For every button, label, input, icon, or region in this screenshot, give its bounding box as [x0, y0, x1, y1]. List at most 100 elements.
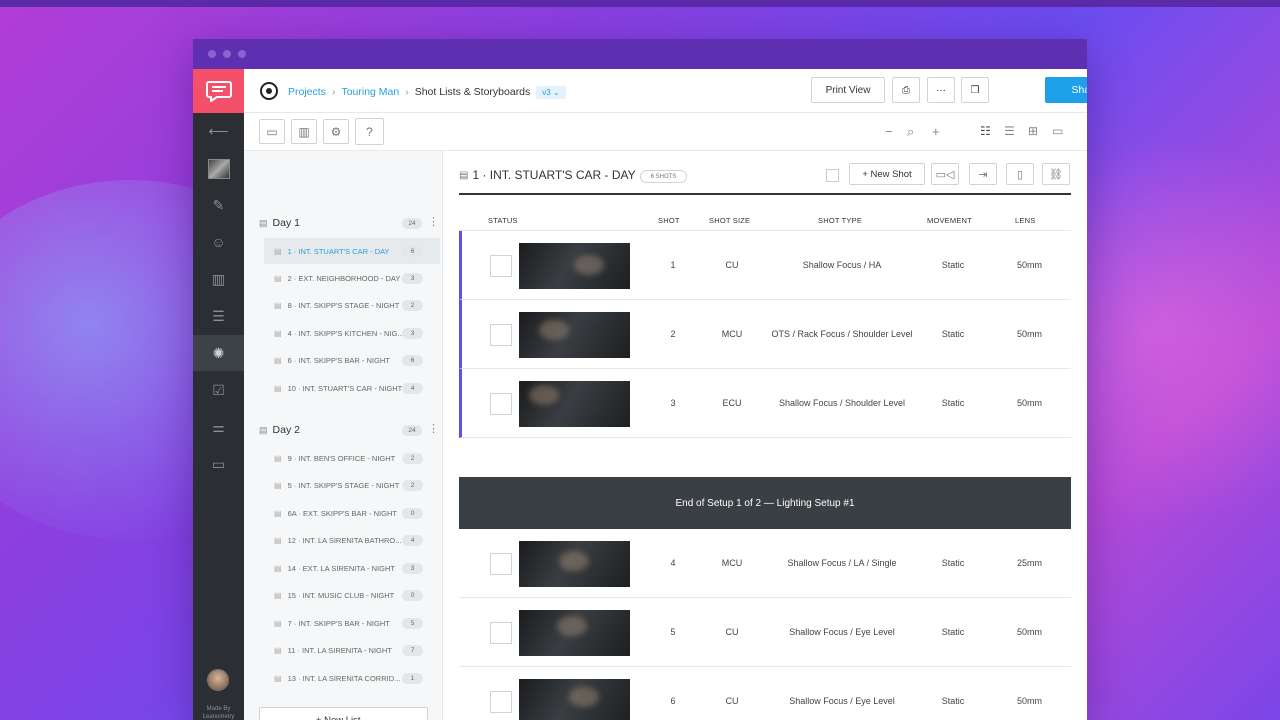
- sidebar-scene-item[interactable]: ▤ 4 · INT. SKIPP'S KITCHEN - NIG... 3: [264, 320, 440, 346]
- scene-label: 6 · INT. SKIPP'S BAR - NIGHT: [287, 355, 390, 365]
- shot-thumbnail[interactable]: [519, 679, 630, 720]
- link-icon[interactable]: ⛓: [1042, 163, 1070, 185]
- frame-icon[interactable]: ▭: [259, 119, 285, 144]
- app-window: ⟵ ✎ ☺ ▥ ☰ ✺ ☑ ⚌ ▭ Made By Leanometry Pro…: [193, 39, 1087, 720]
- columns-icon[interactable]: ▥: [291, 119, 317, 144]
- kebab-menu-icon[interactable]: ⋮: [428, 422, 439, 435]
- select-all-checkbox[interactable]: [826, 169, 839, 182]
- day-icon: ▤: [259, 424, 268, 435]
- settings-sliders-icon[interactable]: ⚌: [193, 409, 244, 445]
- scene-label: 14 · EXT. LA SIRENITA - NIGHT: [287, 563, 395, 573]
- col-header-lens: LENS: [1015, 216, 1036, 225]
- shot-thumbnail[interactable]: [519, 381, 630, 427]
- studiobinder-logo-icon[interactable]: [193, 69, 244, 113]
- shot-thumbnail[interactable]: [519, 243, 630, 289]
- sidebar-scene-item[interactable]: ▤ 2 · EXT. NEIGHBORHOOD - DAY 3: [264, 265, 440, 291]
- day-header[interactable]: ▤ Day 2: [259, 421, 300, 439]
- movement: Static: [941, 260, 965, 270]
- sidebar-scene-item[interactable]: ▤ 9 · INT. BEN'S OFFICE - NIGHT 2: [264, 445, 440, 471]
- table-row[interactable]: 2 MCU OTS / Rack Focus / Shoulder Level …: [459, 300, 1071, 369]
- breadcrumb-projects[interactable]: Projects: [288, 86, 326, 98]
- shot-size: CU: [725, 696, 739, 706]
- back-arrow-icon[interactable]: ⟵: [193, 113, 244, 149]
- calendar-icon[interactable]: ☑: [193, 372, 244, 408]
- status-checkbox[interactable]: [490, 393, 512, 415]
- title-divider: [459, 193, 1071, 195]
- studiobinder-mini-icon[interactable]: [260, 82, 278, 100]
- shot-thumbnail[interactable]: [519, 610, 630, 656]
- table-row[interactable]: 4 MCU Shallow Focus / LA / Single Static…: [459, 529, 1071, 598]
- project-thumbnail[interactable]: [193, 151, 244, 187]
- scene-label: 12 · INT. LA SIRENITA BATHRO...: [287, 535, 402, 545]
- version-dropdown[interactable]: v3 ⌄: [536, 85, 566, 99]
- sidebar-scene-item[interactable]: ▤ 12 · INT. LA SIRENITA BATHRO... 4: [264, 527, 440, 553]
- sidebar-scene-item[interactable]: ▤ 5 · INT. SKIPP'S STAGE - NIGHT 2: [264, 472, 440, 498]
- avatar[interactable]: [207, 669, 229, 691]
- shot-type: Shallow Focus / Shoulder Level: [778, 398, 906, 408]
- contacts-icon[interactable]: ☺: [193, 224, 244, 260]
- day-header[interactable]: ▤ Day 1: [259, 214, 300, 232]
- status-checkbox[interactable]: [490, 324, 512, 346]
- list-icon[interactable]: ☰: [193, 298, 244, 334]
- kebab-menu-icon[interactable]: ⋮: [428, 215, 439, 228]
- breadcrumb-project[interactable]: Touring Man: [341, 86, 399, 98]
- window-dot[interactable]: [223, 50, 231, 58]
- table-row[interactable]: 1 CU Shallow Focus / HA Static 50mm: [459, 231, 1071, 300]
- insert-row-icon[interactable]: ⇥: [969, 163, 997, 185]
- sidebar-scene-item[interactable]: ▤ 14 · EXT. LA SIRENITA - NIGHT 3: [264, 555, 440, 581]
- shot-thumbnail[interactable]: [519, 541, 630, 587]
- new-shot-button[interactable]: + New Shot: [849, 163, 925, 185]
- share-button[interactable]: Share: [1045, 77, 1087, 103]
- shot-thumbnail[interactable]: [519, 312, 630, 358]
- shot-type: Shallow Focus / Eye Level: [789, 696, 895, 706]
- sidebar-scene-item[interactable]: ▤ 1 · INT. STUART'S CAR - DAY 6: [264, 238, 440, 264]
- table-view-icon[interactable]: ☰: [1004, 124, 1015, 138]
- status-checkbox[interactable]: [490, 691, 512, 713]
- shot-number: 5: [670, 627, 676, 637]
- day-count-badge: 24: [402, 425, 422, 436]
- status-checkbox[interactable]: [490, 255, 512, 277]
- more-icon[interactable]: ···: [927, 77, 955, 103]
- day-count-badge: 24: [402, 218, 422, 229]
- document-icon[interactable]: ▯: [1006, 163, 1034, 185]
- status-checkbox[interactable]: [490, 553, 512, 575]
- zoom-icon[interactable]: ⌕: [907, 124, 914, 140]
- book-icon[interactable]: ▭: [193, 446, 244, 482]
- help-icon[interactable]: ?: [355, 118, 384, 145]
- gear-icon[interactable]: ⚙: [323, 119, 349, 144]
- sidebar-scene-item[interactable]: ▤ 13 · INT. LA SIRENITA CORRID... 1: [264, 665, 440, 691]
- print-view-button[interactable]: Print View: [811, 77, 885, 103]
- window-dot[interactable]: [208, 50, 216, 58]
- scene-count-badge: 3: [402, 272, 423, 284]
- table-row[interactable]: 5 CU Shallow Focus / Eye Level Static 50…: [459, 598, 1071, 667]
- pencil-icon[interactable]: ✎: [193, 187, 244, 223]
- window-dot[interactable]: [238, 50, 246, 58]
- sidebar-scene-item[interactable]: ▤ 7 · INT. SKIPP'S BAR - NIGHT 5: [264, 610, 440, 636]
- scene-count-badge: 4: [402, 534, 423, 546]
- shot-size: CU: [725, 627, 739, 637]
- sidebar-scene-item[interactable]: ▤ 6A · EXT. SKIPP'S BAR - NIGHT 0: [264, 500, 440, 526]
- setup-divider-bar[interactable]: End of Setup 1 of 2 — Lighting Setup #1: [459, 477, 1071, 529]
- sidebar-scene-item[interactable]: ▤ 8 · INT. SKIPP'S STAGE - NIGHT 2: [264, 292, 440, 318]
- new-list-button[interactable]: + New List ⌄: [259, 707, 428, 720]
- export-pdf-icon[interactable]: ⎙: [892, 77, 920, 103]
- table-row[interactable]: 3 ECU Shallow Focus / Shoulder Level Sta…: [459, 369, 1071, 438]
- sidebar-scene-item[interactable]: ▤ 11 · INT. LA SIRENITA - NIGHT 7: [264, 637, 440, 663]
- status-checkbox[interactable]: [490, 622, 512, 644]
- shotlist-aperture-icon[interactable]: ✺: [193, 335, 244, 371]
- scene-icon: ▤: [274, 645, 282, 655]
- storyboard-view-icon[interactable]: ▭: [1052, 124, 1063, 138]
- scene-count-badge: 5: [402, 617, 423, 629]
- grid-view-icon[interactable]: ⊞: [1028, 124, 1038, 138]
- table-row[interactable]: 6 CU Shallow Focus / Eye Level Static 50…: [459, 667, 1071, 720]
- sidebar-scene-item[interactable]: ▤ 10 · INT. STUART'S CAR - NIGHT 4: [264, 375, 440, 401]
- zoom-in-icon[interactable]: +: [932, 124, 940, 139]
- list-view-icon[interactable]: ☷: [980, 124, 991, 138]
- sidebar-scene-item[interactable]: ▤ 6 · INT. SKIPP'S BAR - NIGHT 6: [264, 347, 440, 373]
- zoom-out-icon[interactable]: −: [885, 124, 893, 139]
- board-icon[interactable]: ▥: [193, 261, 244, 297]
- video-camera-icon[interactable]: ▭◁: [931, 163, 959, 185]
- breadcrumb-section: Shot Lists & Storyboards: [414, 86, 531, 98]
- sidebar-scene-item[interactable]: ▤ 15 · INT. MUSIC CLUB - NIGHT 0: [264, 582, 440, 608]
- comments-icon[interactable]: ❐: [961, 77, 989, 103]
